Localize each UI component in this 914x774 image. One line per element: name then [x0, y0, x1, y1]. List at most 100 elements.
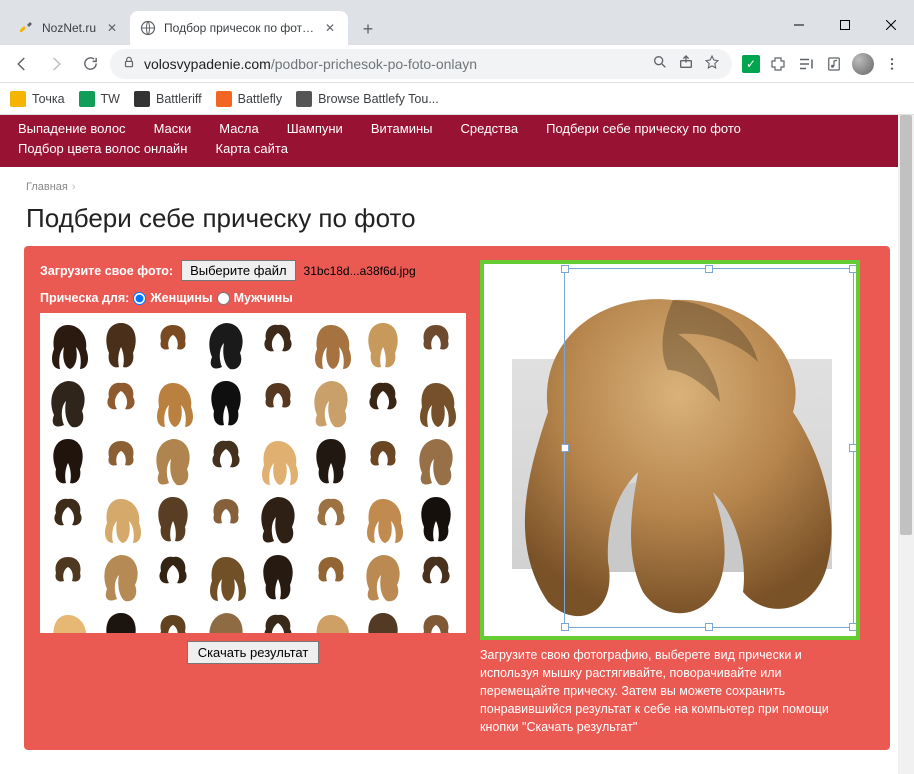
address-bar[interactable]: volosvypadenie.com/podbor-prichesok-po-f… [110, 49, 732, 79]
hairstyle-thumb[interactable] [202, 433, 250, 489]
hairstyle-thumb[interactable] [254, 433, 302, 489]
hairstyle-thumb[interactable] [254, 375, 302, 431]
resize-handle[interactable] [849, 265, 856, 273]
hairstyle-thumb[interactable] [307, 375, 355, 431]
hairstyle-thumb[interactable] [97, 607, 145, 633]
nav-link[interactable]: Шампуни [287, 119, 343, 139]
resize-handle[interactable] [561, 623, 569, 631]
reload-button[interactable] [76, 50, 104, 78]
bookmark-item[interactable]: Battlefly [216, 91, 282, 107]
hairstyle-thumb[interactable] [202, 317, 250, 373]
hairstyle-thumb[interactable] [307, 607, 355, 633]
hairstyle-thumb[interactable] [359, 491, 407, 547]
hairstyle-thumb[interactable] [202, 491, 250, 547]
hairstyle-thumb[interactable] [149, 317, 197, 373]
hairstyle-thumb[interactable] [307, 549, 355, 605]
hairstyle-thumb[interactable] [254, 317, 302, 373]
choose-file-button[interactable]: Выберите файл [181, 260, 295, 281]
gender-radio-men[interactable] [217, 292, 230, 305]
nav-link[interactable]: Маски [154, 119, 192, 139]
bookmark-item[interactable]: Battleriff [134, 91, 202, 107]
hairstyle-thumb[interactable] [412, 491, 460, 547]
new-tab-button[interactable]: + [354, 15, 382, 43]
nav-link[interactable]: Витамины [371, 119, 433, 139]
hairstyle-thumb[interactable] [202, 549, 250, 605]
hairstyle-thumb[interactable] [149, 375, 197, 431]
hairstyle-thumb[interactable] [202, 607, 250, 633]
close-icon[interactable]: ✕ [322, 20, 338, 36]
maximize-button[interactable] [822, 5, 868, 45]
breadcrumb-home[interactable]: Главная [26, 181, 68, 193]
page-scrollbar[interactable] [898, 115, 914, 774]
nav-link[interactable]: Подбери себе прическу по фото [546, 119, 741, 139]
scrollbar-thumb[interactable] [900, 115, 912, 535]
hairstyle-thumb[interactable] [44, 433, 92, 489]
browser-tab-active[interactable]: Подбор причесок по фото онла ✕ [130, 11, 348, 45]
bookmark-item[interactable]: Browse Battlefy Tou... [296, 91, 439, 107]
hairstyle-thumb[interactable] [149, 491, 197, 547]
hairstyle-thumb[interactable] [97, 491, 145, 547]
hairstyle-thumb[interactable] [44, 491, 92, 547]
bookmark-item[interactable]: Точка [10, 91, 65, 107]
hairstyle-thumb[interactable] [97, 375, 145, 431]
share-icon[interactable] [678, 54, 694, 73]
hairstyle-thumb[interactable] [149, 549, 197, 605]
hairstyle-thumb[interactable] [359, 375, 407, 431]
adblock-icon[interactable]: ✓ [742, 55, 760, 73]
menu-icon[interactable] [882, 54, 902, 74]
browser-tab-noznet[interactable]: NozNet.ru ✕ [8, 11, 130, 45]
download-button[interactable]: Скачать результат [187, 641, 320, 664]
bookmark-item[interactable]: TW [79, 91, 120, 107]
close-window-button[interactable] [868, 5, 914, 45]
profile-avatar[interactable] [852, 53, 874, 75]
hairstyle-thumb[interactable] [44, 375, 92, 431]
forward-button[interactable] [42, 50, 70, 78]
hairstyle-thumb[interactable] [254, 491, 302, 547]
resize-handle[interactable] [561, 444, 569, 452]
hairstyle-thumb[interactable] [254, 549, 302, 605]
gender-radio-women[interactable] [133, 292, 146, 305]
hairstyle-thumb[interactable] [412, 375, 460, 431]
nav-link[interactable]: Выпадение волос [18, 119, 126, 139]
hairstyle-thumb[interactable] [97, 549, 145, 605]
nav-link[interactable]: Карта сайта [216, 139, 288, 159]
resize-handle[interactable] [849, 623, 856, 631]
resize-handle[interactable] [561, 265, 569, 273]
hairstyle-thumb[interactable] [149, 433, 197, 489]
hairstyle-thumb[interactable] [412, 549, 460, 605]
music-icon[interactable] [824, 54, 844, 74]
hairstyle-grid[interactable] [40, 313, 466, 633]
hairstyle-thumb[interactable] [307, 491, 355, 547]
hairstyle-thumb[interactable] [359, 317, 407, 373]
hairstyle-thumb[interactable] [359, 607, 407, 633]
search-icon[interactable] [652, 54, 668, 73]
nav-link[interactable]: Масла [219, 119, 259, 139]
hairstyle-thumb[interactable] [412, 317, 460, 373]
hairstyle-thumb[interactable] [97, 433, 145, 489]
hairstyle-thumb[interactable] [149, 607, 197, 633]
bookmark-star-icon[interactable] [704, 54, 720, 73]
hairstyle-thumb[interactable] [412, 607, 460, 633]
close-icon[interactable]: ✕ [104, 20, 120, 36]
resize-handle[interactable] [705, 265, 713, 273]
puzzle-icon[interactable] [768, 54, 788, 74]
selection-box[interactable] [564, 268, 854, 628]
hairstyle-thumb[interactable] [307, 317, 355, 373]
hairstyle-thumb[interactable] [412, 433, 460, 489]
preview-canvas[interactable] [484, 264, 856, 636]
hairstyle-thumb[interactable] [202, 375, 250, 431]
hairstyle-thumb[interactable] [44, 549, 92, 605]
resize-handle[interactable] [849, 444, 856, 452]
back-button[interactable] [8, 50, 36, 78]
hairstyle-thumb[interactable] [359, 549, 407, 605]
nav-link[interactable]: Средства [461, 119, 519, 139]
hairstyle-thumb[interactable] [307, 433, 355, 489]
reading-list-icon[interactable] [796, 54, 816, 74]
resize-handle[interactable] [705, 623, 713, 631]
hairstyle-thumb[interactable] [97, 317, 145, 373]
hairstyle-thumb[interactable] [254, 607, 302, 633]
hairstyle-thumb[interactable] [44, 607, 92, 633]
hairstyle-thumb[interactable] [359, 433, 407, 489]
nav-link[interactable]: Подбор цвета волос онлайн [18, 139, 188, 159]
minimize-button[interactable] [776, 5, 822, 45]
